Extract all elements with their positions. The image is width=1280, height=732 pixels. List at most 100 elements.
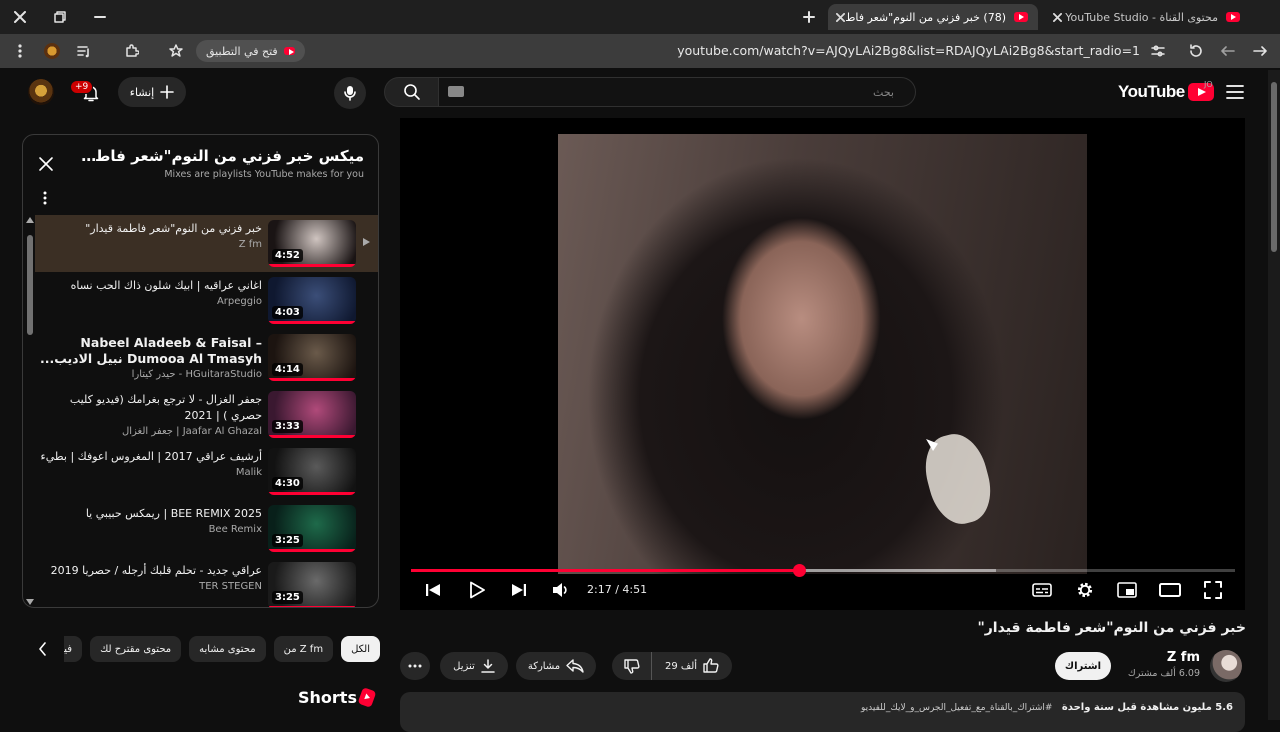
microphone-icon: [344, 86, 356, 101]
media-controls-icon[interactable]: [72, 40, 96, 62]
voice-search-button[interactable]: [334, 77, 366, 109]
extensions-icon[interactable]: [120, 40, 144, 62]
previous-icon[interactable]: [418, 578, 448, 602]
search-button[interactable]: [384, 77, 439, 107]
volume-icon[interactable]: [546, 578, 576, 602]
chip-all[interactable]: الكل: [341, 636, 380, 662]
progress-bar[interactable]: [411, 564, 1235, 577]
page-scrollbar-thumb[interactable]: [1271, 82, 1277, 252]
playlist-item[interactable]: 4:52 خبر فزني من النوم"شعر فاطمة قيدار" Z …: [35, 215, 378, 272]
chip-from-channel[interactable]: من Z fm: [273, 636, 334, 662]
watched-progress-bar: [268, 264, 356, 267]
youtube-logo[interactable]: YouTube JO: [1118, 80, 1214, 102]
played-bar: [411, 569, 799, 572]
dislike-button[interactable]: [612, 652, 652, 680]
video-thumbnail[interactable]: 4:30: [268, 448, 356, 495]
next-icon[interactable]: [504, 578, 534, 602]
thumbs-up-icon: [703, 658, 719, 673]
playlist-item[interactable]: 4:14 Nabeel Aladeeb & Faisal – Dumooa Al …: [35, 329, 378, 386]
bookmark-star-icon[interactable]: [164, 40, 188, 62]
play-icon[interactable]: [462, 578, 492, 602]
thumbs-down-icon: [623, 659, 640, 674]
hashtags[interactable]: #اشتراك_بالقناة_مع_تفعيل_الجرس_و_لايك_لل…: [861, 703, 1052, 713]
more-horizontal-icon: [408, 664, 422, 668]
playlist-title[interactable]: ميكس خبر فزني من النوم"شعر فاطمة قيدار": [74, 147, 364, 165]
miniplayer-icon[interactable]: [1112, 578, 1142, 602]
browser-menu-icon[interactable]: [8, 40, 32, 62]
download-button[interactable]: تنزيل: [440, 652, 508, 680]
more-options-icon[interactable]: [37, 189, 53, 207]
video-thumbnail[interactable]: 3:25: [268, 562, 356, 607]
scrubber-handle[interactable]: [792, 564, 806, 577]
tab-close-icon[interactable]: [1050, 9, 1065, 25]
share-icon: [566, 659, 584, 673]
scroll-down-arrow-icon[interactable]: [26, 599, 34, 605]
scroll-up-arrow-icon[interactable]: [26, 217, 34, 223]
video-frame[interactable]: [558, 134, 1087, 574]
chip-related[interactable]: محتوى مشابه: [189, 636, 266, 662]
search-input[interactable]: [448, 78, 908, 106]
youtube-favicon-icon: [1014, 12, 1028, 22]
duration-badge: 3:25: [272, 534, 303, 547]
video-thumbnail[interactable]: 4:52: [268, 220, 356, 267]
like-button[interactable]: 29 ألف: [652, 652, 732, 680]
site-settings-icon[interactable]: [1146, 40, 1170, 62]
account-avatar[interactable]: [28, 79, 54, 105]
theater-mode-icon[interactable]: [1155, 578, 1185, 602]
keyboard-icon[interactable]: [448, 86, 464, 97]
playlist-item[interactable]: 3:25 عراقي جديد - تحلم قلبك أرجله / حصريا…: [35, 557, 378, 607]
new-tab-icon[interactable]: [797, 6, 821, 28]
forward-icon[interactable]: [1216, 40, 1240, 62]
share-button[interactable]: مشاركة: [516, 652, 596, 680]
page-scrollbar[interactable]: [1268, 70, 1280, 720]
tab-active[interactable]: (78) خبر فزني من النوم"شعر فاط: [828, 4, 1038, 30]
settings-gear-icon[interactable]: [1070, 578, 1100, 602]
like-dislike-group: 29 ألف: [612, 652, 732, 680]
video-thumbnail[interactable]: 3:33: [268, 391, 356, 438]
playlist-item[interactable]: 4:03 اغاني عراقيه | ابيك شلون ذاك الحب نس…: [35, 272, 378, 329]
playlist-subtitle: Mixes are playlists YouTube makes for yo…: [164, 169, 364, 180]
url-field[interactable]: youtube.com/watch?v=AJQyLAi2Bg8&list=RDA…: [320, 43, 1140, 58]
window-minimize-icon[interactable]: [88, 6, 112, 28]
create-button[interactable]: إنشاء: [118, 77, 186, 107]
subtitles-icon[interactable]: [1027, 578, 1057, 602]
fullscreen-icon[interactable]: [1198, 578, 1228, 602]
description-box[interactable]: 5.6 مليون مشاهدة قبل سنة واحدة #اشتراك_ب…: [400, 692, 1245, 732]
search-icon: [403, 84, 420, 100]
playlist-item-text: Nabeel Aladeeb & Faisal – Dumooa Al Tmas…: [40, 335, 262, 380]
download-icon: [481, 659, 495, 673]
channel-name[interactable]: Z fm: [1100, 650, 1200, 665]
duration-badge: 3:33: [272, 420, 303, 433]
chip-recommended[interactable]: محتوى مقترح لك: [90, 636, 182, 662]
video-player[interactable]: 2:17 / 4:51: [400, 118, 1245, 610]
subscribe-button[interactable]: اشتراك: [1055, 652, 1111, 680]
scrollbar-thumb[interactable]: [27, 235, 33, 335]
reload-icon[interactable]: [1184, 40, 1208, 62]
window-restore-icon[interactable]: [48, 6, 72, 28]
channel-avatar[interactable]: [1210, 650, 1242, 682]
video-thumbnail[interactable]: 4:14: [268, 334, 356, 381]
chip-more[interactable]: فيد: [64, 636, 83, 662]
youtube-favicon-icon: [283, 47, 295, 55]
playlist-item[interactable]: 3:25 BEE REMIX 2025 | ريمكس حبيبي يا Bee R…: [35, 500, 378, 557]
playlist-item[interactable]: 3:33 جعفر الغزال - لا ترجع بغرامك (فيديو …: [35, 386, 378, 443]
window-close-icon[interactable]: [8, 6, 32, 28]
description-meta: 5.6 مليون مشاهدة قبل سنة واحدة #اشتراك_ب…: [861, 702, 1233, 713]
shorts-section-title: Shorts: [298, 688, 357, 707]
create-label: إنشاء: [129, 85, 155, 99]
more-actions-button[interactable]: [400, 652, 430, 680]
video-thumbnail[interactable]: 3:25: [268, 505, 356, 552]
shorts-logo-icon: [357, 687, 377, 708]
close-icon[interactable]: [35, 153, 57, 175]
tab-youtube-studio[interactable]: محتوى القناة - YouTube Studio: [1040, 4, 1250, 30]
profile-avatar-icon[interactable]: [40, 40, 64, 62]
playlist-item-title: جعفر الغزال - لا ترجع بغرامك (فيديو كليب…: [69, 393, 262, 422]
chips-next-icon[interactable]: [30, 636, 56, 662]
open-in-app-button[interactable]: فتح في التطبيق: [196, 40, 305, 62]
tab-close-icon[interactable]: [836, 9, 846, 25]
hamburger-menu-icon[interactable]: [1222, 80, 1248, 104]
video-thumbnail[interactable]: 4:03: [268, 277, 356, 324]
playlist-scrollbar[interactable]: [25, 217, 35, 607]
playlist-item[interactable]: 4:30 أرشيف عراقي 2017 | المغروس اعوفك | ب…: [35, 443, 378, 500]
back-icon[interactable]: [1248, 40, 1272, 62]
